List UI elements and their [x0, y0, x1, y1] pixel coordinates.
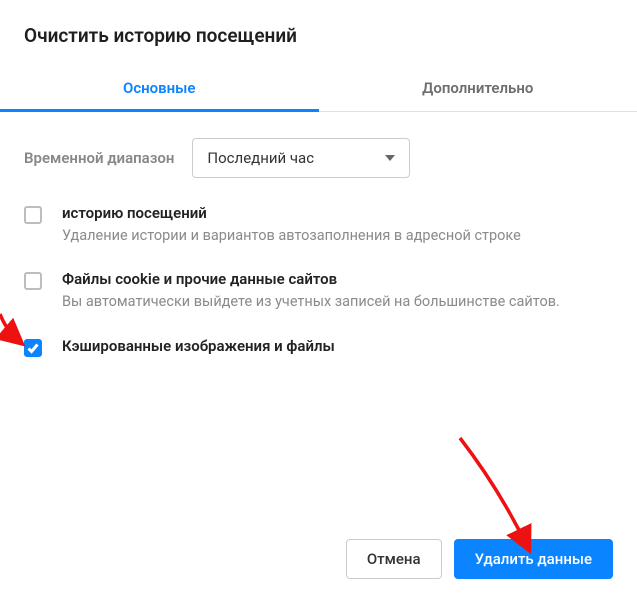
dialog-footer: Отмена Удалить данные: [346, 539, 613, 579]
time-range-value: Последний час: [207, 149, 314, 167]
tab-basic[interactable]: Основные: [0, 65, 319, 111]
option-title: историю посещений: [62, 204, 613, 222]
option-title: Кэшированные изображения и файлы: [62, 337, 613, 355]
option-desc: Вы автоматически выйдете из учетных запи…: [62, 292, 613, 312]
dialog-title: Очистить историю посещений: [24, 24, 613, 47]
time-range-select[interactable]: Последний час: [192, 138, 410, 178]
checkbox-cached[interactable]: [24, 339, 42, 357]
clear-browsing-data-dialog: Очистить историю посещений Основные Допо…: [0, 0, 637, 359]
checkbox-cookies[interactable]: [24, 272, 42, 290]
options-list: историю посещений Удаление истории и вар…: [24, 204, 613, 359]
tab-advanced[interactable]: Дополнительно: [319, 65, 637, 111]
checkbox-browsing-history[interactable]: [24, 206, 42, 224]
option-desc: Удаление истории и вариантов автозаполне…: [62, 226, 613, 246]
time-range-row: Временной диапазон Последний час: [24, 138, 613, 178]
option-text: Кэшированные изображения и файлы: [62, 337, 613, 359]
tabs: Основные Дополнительно: [0, 65, 637, 112]
option-browsing-history: историю посещений Удаление истории и вар…: [24, 204, 613, 246]
option-title: Файлы cookie и прочие данные сайтов: [62, 270, 613, 288]
tab-basic-label: Основные: [123, 79, 196, 97]
option-text: Файлы cookie и прочие данные сайтов Вы а…: [62, 270, 613, 312]
option-cached: Кэшированные изображения и файлы: [24, 337, 613, 359]
option-cookies: Файлы cookie и прочие данные сайтов Вы а…: [24, 270, 613, 312]
time-range-label: Временной диапазон: [24, 149, 174, 167]
delete-data-button-label: Удалить данные: [475, 550, 592, 568]
tab-advanced-label: Дополнительно: [422, 79, 533, 97]
cancel-button[interactable]: Отмена: [346, 539, 442, 579]
option-text: историю посещений Удаление истории и вар…: [62, 204, 613, 246]
delete-data-button[interactable]: Удалить данные: [454, 539, 613, 579]
cancel-button-label: Отмена: [367, 550, 421, 568]
chevron-down-icon: [385, 155, 395, 161]
